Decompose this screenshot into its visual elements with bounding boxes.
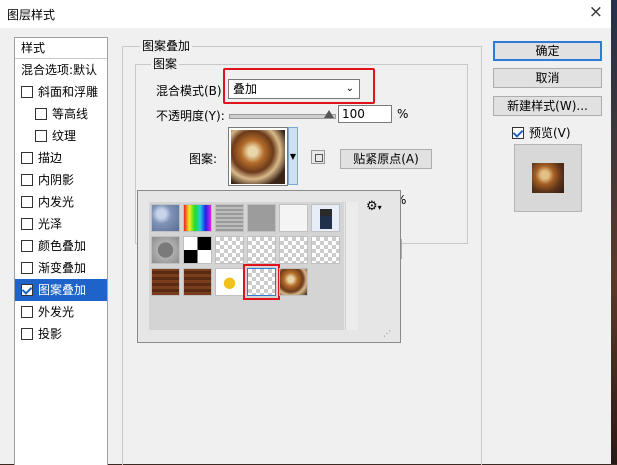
- pattern-picker-toggle[interactable]: ▼: [288, 127, 298, 185]
- pattern-tile-transparent[interactable]: [279, 204, 308, 232]
- checkbox-icon[interactable]: [21, 327, 33, 340]
- sidebar-item-label: 内阴影: [38, 173, 75, 187]
- sidebar-item-label: 混合选项:默认: [21, 63, 98, 77]
- pattern-swatch-rust: [231, 130, 285, 184]
- sidebar-item-label: 投影: [38, 327, 63, 341]
- pattern-tile-black-white[interactable]: [183, 236, 212, 264]
- new-preset-icon[interactable]: [311, 150, 325, 164]
- title-bar: 图层样式 ×: [0, 0, 611, 28]
- preview-label: 预览(V): [529, 126, 571, 140]
- sidebar-item-label: 图案叠加: [38, 283, 87, 297]
- sidebar-item[interactable]: 投影: [15, 323, 107, 345]
- pattern-tile-rainbow[interactable]: [183, 204, 212, 232]
- opacity-slider-track[interactable]: [229, 114, 336, 119]
- checkbox-icon[interactable]: [21, 239, 33, 252]
- new-style-button[interactable]: 新建样式(W)...: [493, 96, 602, 116]
- pattern-tile-wood[interactable]: [151, 268, 180, 296]
- sidebar-item-label: 颜色叠加: [38, 239, 87, 253]
- pattern-tile-grey[interactable]: [247, 204, 276, 232]
- pattern-scrollbar[interactable]: [345, 202, 358, 330]
- checkbox-icon[interactable]: [21, 217, 33, 230]
- ok-button[interactable]: 确定: [493, 41, 602, 61]
- sidebar-item[interactable]: 内阴影: [15, 169, 107, 191]
- style-list-header[interactable]: 样式: [15, 38, 107, 59]
- triangle-down-icon: ▼: [289, 152, 297, 161]
- pattern-tile-checker[interactable]: [215, 236, 244, 264]
- sidebar-item[interactable]: 颜色叠加: [15, 235, 107, 257]
- sidebar-item[interactable]: 渐变叠加: [15, 257, 107, 279]
- sidebar-item[interactable]: 光泽: [15, 213, 107, 235]
- checkbox-icon[interactable]: [21, 195, 33, 208]
- pattern-swatch-frame[interactable]: [228, 127, 288, 186]
- checkbox-icon[interactable]: [21, 85, 33, 98]
- snap-to-origin-button[interactable]: 贴紧原点(A): [340, 149, 432, 169]
- resize-grip-icon[interactable]: ⋰: [383, 329, 391, 338]
- highlight-box-blend-mode: [223, 68, 375, 104]
- sidebar-item[interactable]: 内发光: [15, 191, 107, 213]
- sidebar-item-label: 外发光: [38, 305, 75, 319]
- pattern-tile-rust[interactable]: [279, 268, 308, 296]
- sidebar-item[interactable]: 纹理: [15, 125, 107, 147]
- sidebar-item-label: 光泽: [38, 217, 63, 231]
- pattern-tile-wood[interactable]: [183, 268, 212, 296]
- checkbox-icon[interactable]: [35, 129, 47, 142]
- sidebar-item[interactable]: 描边: [15, 147, 107, 169]
- sidebar-item[interactable]: 混合选项:默认: [15, 59, 107, 81]
- sidebar-item-label: 描边: [38, 151, 63, 165]
- sidebar-item[interactable]: 等高线: [15, 103, 107, 125]
- pattern-tile-checker[interactable]: [247, 236, 276, 264]
- pattern-tile-noise-grey[interactable]: [215, 204, 244, 232]
- close-icon[interactable]: ×: [589, 2, 603, 22]
- sidebar-item[interactable]: 图案叠加: [15, 279, 107, 301]
- pattern-label: 图案:: [189, 152, 218, 166]
- blend-mode-label: 混合模式(B):: [156, 84, 226, 98]
- sidebar-item-label: 等高线: [52, 107, 89, 121]
- opacity-slider-thumb[interactable]: [324, 110, 334, 118]
- pattern-tile-fruit[interactable]: [215, 268, 244, 296]
- sidebar-item[interactable]: 斜面和浮雕: [15, 81, 107, 103]
- pattern-subgroup-title: 图案: [151, 55, 180, 72]
- pattern-tile-id-photo[interactable]: [311, 204, 340, 232]
- layer-style-dialog: 图层样式 × 样式 混合选项:默认斜面和浮雕等高线纹理描边内阴影内发光光泽颜色叠…: [0, 0, 612, 465]
- sidebar-item[interactable]: 外发光: [15, 301, 107, 323]
- opacity-input[interactable]: 100: [338, 105, 392, 123]
- pattern-tile-sketch[interactable]: [311, 236, 340, 264]
- checkbox-icon[interactable]: [21, 305, 33, 318]
- new-preset-glyph: [315, 154, 323, 162]
- style-preview-image: [532, 163, 564, 193]
- opacity-label: 不透明度(Y):: [156, 109, 225, 123]
- preview-check-icon: [512, 126, 524, 139]
- pattern-overlay-title: 图案叠加: [140, 37, 193, 54]
- checkbox-icon[interactable]: [21, 261, 33, 274]
- portrait-figure: [320, 209, 332, 229]
- background-strip: [611, 0, 617, 464]
- checkbox-icon[interactable]: [21, 151, 33, 164]
- sidebar-item-label: 渐变叠加: [38, 261, 87, 275]
- sidebar-item-label: 纹理: [52, 129, 77, 143]
- sidebar-item-label: 内发光: [38, 195, 75, 209]
- checkbox-icon[interactable]: [21, 283, 33, 296]
- pattern-tile-ink[interactable]: [279, 236, 308, 264]
- cancel-button[interactable]: 取消: [493, 68, 602, 88]
- sidebar-item-label: 斜面和浮雕: [38, 85, 99, 99]
- checkbox-icon[interactable]: [21, 173, 33, 186]
- pattern-tile-bubbles[interactable]: [151, 204, 180, 232]
- checkbox-icon[interactable]: [35, 107, 47, 120]
- pattern-tile-stone-circle[interactable]: [151, 236, 180, 264]
- style-list: 样式 混合选项:默认斜面和浮雕等高线纹理描边内阴影内发光光泽颜色叠加渐变叠加图案…: [14, 37, 108, 465]
- dialog-title: 图层样式: [7, 8, 56, 22]
- gear-icon[interactable]: ⚙▾: [366, 199, 382, 214]
- pattern-grid: [149, 202, 344, 330]
- preview-checkbox[interactable]: 预览(V): [512, 124, 571, 141]
- pattern-tile-splatter[interactable]: [243, 264, 280, 300]
- opacity-percent-unit: %: [397, 107, 409, 121]
